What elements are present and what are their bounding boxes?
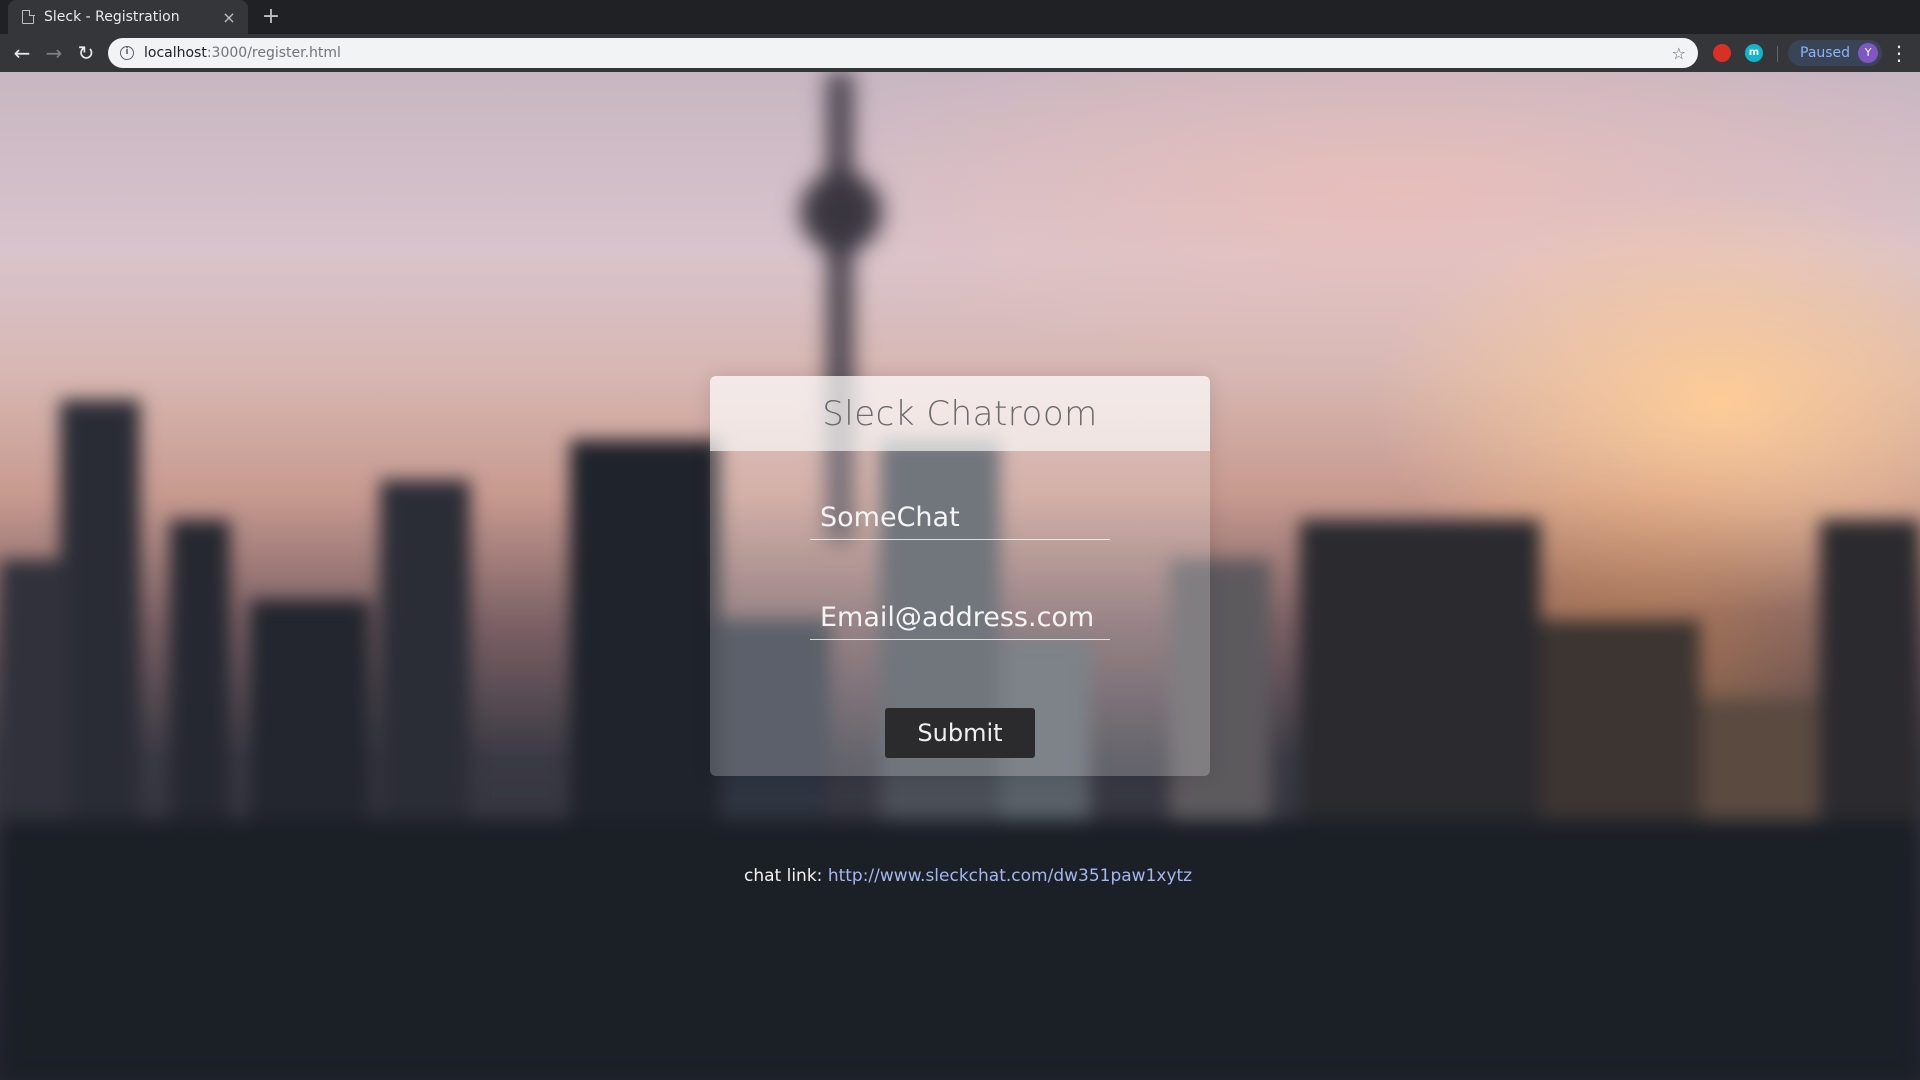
extension-m-icon[interactable]: m	[1745, 44, 1763, 62]
browser-tab-strip: Sleck - Registration × +	[0, 0, 1920, 34]
tab-title: Sleck - Registration	[44, 9, 180, 25]
card-header: Sleck Chatroom	[710, 376, 1210, 451]
toolbar-divider	[1777, 46, 1778, 62]
chat-link-label: chat link:	[744, 866, 823, 886]
bookmark-star-icon[interactable]: ☆	[1672, 44, 1686, 63]
site-info-icon[interactable]: i	[120, 46, 134, 60]
chat-link[interactable]: http://www.sleckchat.com/dw351paw1xytz	[828, 866, 1192, 886]
url-path: :3000/register.html	[206, 45, 341, 61]
tab-close-icon[interactable]: ×	[220, 8, 238, 27]
registration-card: Sleck Chatroom Submit	[710, 376, 1210, 776]
email-field[interactable]	[810, 596, 1110, 640]
extension-shield-icon[interactable]	[1713, 44, 1731, 62]
browser-toolbar: ← → ↻ i localhost :3000/register.html ☆ …	[0, 34, 1920, 72]
chat-name-field[interactable]	[810, 496, 1110, 540]
page-viewport: Sleck Chatroom Submit chat link: http://…	[0, 72, 1920, 1080]
new-tab-button[interactable]: +	[258, 4, 284, 30]
browser-menu-icon[interactable]: ⋮	[1888, 39, 1910, 67]
reload-icon[interactable]: ↻	[72, 39, 100, 67]
chat-link-line: chat link: http://www.sleckchat.com/dw35…	[744, 866, 1192, 886]
submit-button[interactable]: Submit	[885, 708, 1035, 758]
profile-status: Paused	[1800, 45, 1851, 61]
address-bar[interactable]: i localhost :3000/register.html ☆	[108, 38, 1698, 68]
page-title: Sleck Chatroom	[822, 393, 1098, 434]
url-host: localhost	[144, 45, 207, 61]
profile-button[interactable]: Paused Y	[1788, 40, 1883, 66]
page-icon	[22, 9, 35, 24]
back-arrow-icon[interactable]: ←	[8, 39, 36, 67]
browser-tab-active[interactable]: Sleck - Registration ×	[8, 0, 248, 34]
forward-arrow-icon[interactable]: →	[40, 39, 68, 67]
avatar: Y	[1858, 43, 1879, 63]
